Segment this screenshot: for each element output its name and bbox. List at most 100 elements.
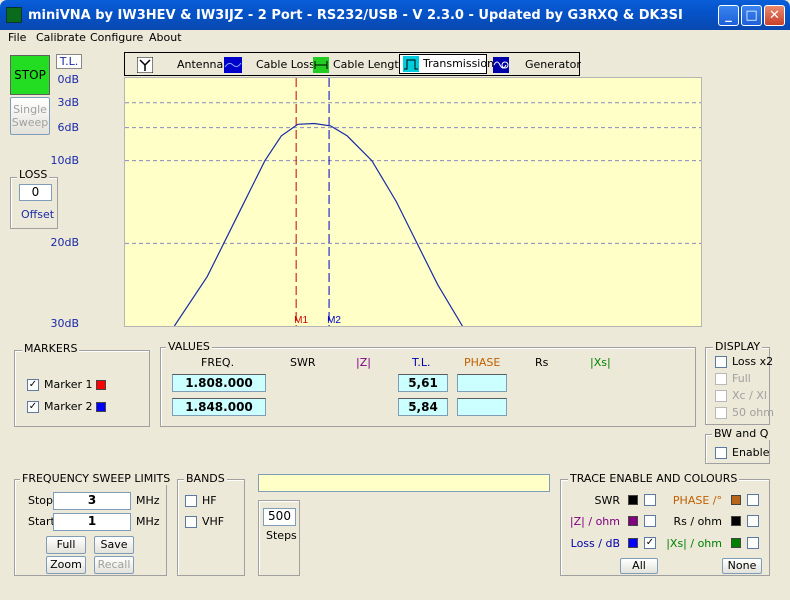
offset-label: Offset (21, 208, 55, 221)
plot-area[interactable]: M1 M2 (124, 77, 702, 327)
trace-xs-color-swatch[interactable] (731, 538, 741, 548)
display-title: DISPLAY (713, 340, 763, 353)
50-ohm-label: 50 ohm (732, 406, 774, 419)
rs-header: Rs (535, 356, 549, 369)
tab-cable-length[interactable]: Cable Length (313, 55, 406, 75)
y-tick-label: 3dB (57, 96, 79, 109)
app-icon (6, 7, 22, 23)
bwq-title: BW and Q (712, 427, 771, 440)
loss-input[interactable]: 0 (19, 184, 52, 201)
marker1-freq-value: 1.808.000 (172, 374, 266, 392)
start-unit: MHz (136, 515, 160, 528)
cable-length-icon (313, 57, 329, 73)
mode-tabs: Antenna Cable Loss Cable Length Transmis… (124, 52, 581, 76)
full-checkbox[interactable] (715, 373, 727, 385)
title-bar[interactable]: miniVNA by IW3HEV & IW3IJZ - 2 Port - RS… (0, 0, 790, 30)
marker2-freq-value: 1.848.000 (172, 398, 266, 416)
xs-header: |Xs| (590, 356, 611, 369)
menu-calibrate[interactable]: Calibrate (36, 31, 86, 44)
y-tick-label: 10dB (50, 154, 79, 167)
tab-cable-loss[interactable]: Cable Loss (224, 55, 315, 75)
trace-rs-color-swatch[interactable] (731, 516, 741, 526)
y-tick-label: 0dB (57, 73, 79, 86)
bwq-enable-label: Enable (732, 446, 770, 459)
hf-checkbox[interactable] (185, 495, 197, 507)
trace-loss-checkbox[interactable]: ✓ (644, 537, 656, 549)
tab-label: Generator (525, 58, 581, 71)
trace-swr-checkbox[interactable] (644, 494, 656, 506)
trace-xs-checkbox[interactable] (747, 537, 759, 549)
tab-label: Transmission (423, 57, 495, 70)
marker1-tl-value: 5,61 (398, 374, 448, 392)
tab-label: Cable Length (333, 58, 406, 71)
marker1-phase-value (457, 374, 507, 392)
loss-title: LOSS (17, 168, 50, 181)
bwq-enable-checkbox[interactable] (715, 447, 727, 459)
start-freq-input[interactable]: 1 (53, 513, 131, 531)
steps-input[interactable]: 500 (263, 508, 296, 526)
y-tick-label: 20dB (50, 236, 79, 249)
stop-label: Stop (28, 494, 54, 507)
trace-swr-color-swatch[interactable] (628, 495, 638, 505)
generator-icon (493, 57, 509, 73)
marker2-label: Marker 2 (44, 400, 93, 413)
trace-swr-label: SWR (594, 494, 620, 507)
loss-x2-checkbox[interactable] (715, 356, 727, 368)
menu-about[interactable]: About (149, 31, 182, 44)
trace-z-checkbox[interactable] (644, 515, 656, 527)
trace-rs-label: Rs / ohm (673, 515, 723, 528)
recall-button[interactable]: Recall (94, 556, 134, 574)
50-ohm-checkbox[interactable] (715, 407, 727, 419)
transmission-chart: M1 M2 (125, 78, 701, 327)
z-header: |Z| (356, 356, 371, 369)
freq-header: FREQ. (201, 356, 235, 369)
tab-transmission[interactable]: Transmission (399, 54, 494, 74)
marker2-phase-value (457, 398, 507, 416)
trace-z-label: |Z| / ohm (569, 515, 620, 528)
hf-label: HF (202, 494, 217, 507)
status-field (258, 474, 550, 492)
marker1-color-swatch[interactable] (96, 380, 106, 390)
stop-unit: MHz (136, 494, 160, 507)
trace-phase-checkbox[interactable] (747, 494, 759, 506)
phase-header: PHASE (464, 356, 501, 369)
transmission-trace (173, 122, 463, 327)
cable-loss-icon (224, 57, 242, 73)
antenna-icon (137, 57, 153, 73)
trace-loss-color-swatch[interactable] (628, 538, 638, 548)
bands-title: BANDS (184, 472, 227, 485)
menu-configure[interactable]: Configure (90, 31, 143, 44)
full-label: Full (732, 372, 751, 385)
marker1-label: Marker 1 (44, 378, 93, 391)
menu-bar: File Calibrate Configure About (0, 30, 790, 48)
save-button[interactable]: Save (94, 536, 134, 554)
trace-rs-checkbox[interactable] (747, 515, 759, 527)
tab-antenna[interactable]: Antenna (131, 55, 224, 75)
marker1-checkbox[interactable]: ✓ (27, 379, 39, 391)
full-button[interactable]: Full (46, 536, 86, 554)
trace-phase-color-swatch[interactable] (731, 495, 741, 505)
tab-generator[interactable]: Generator (493, 55, 581, 75)
tab-label: Cable Loss (256, 58, 315, 71)
zoom-button[interactable]: Zoom (46, 556, 86, 574)
xc-xl-checkbox[interactable] (715, 390, 727, 402)
values-title: VALUES (166, 340, 212, 353)
trace-all-button[interactable]: All (620, 558, 658, 574)
trace-z-color-swatch[interactable] (628, 516, 638, 526)
trace-phase-label: PHASE /° (672, 494, 722, 507)
markers-title: MARKERS (22, 342, 80, 355)
marker-label: M2 (327, 315, 341, 326)
trace-none-button[interactable]: None (722, 558, 762, 574)
vhf-checkbox[interactable] (185, 516, 197, 528)
marker2-checkbox[interactable]: ✓ (27, 401, 39, 413)
maximize-button[interactable]: □ (741, 5, 762, 26)
marker2-tl-value: 5,84 (398, 398, 448, 416)
minimize-button[interactable]: _ (718, 5, 739, 26)
y-tick-label: 6dB (57, 121, 79, 134)
stop-freq-input[interactable]: 3 (53, 492, 131, 510)
tab-label: Antenna (177, 58, 224, 71)
close-button[interactable]: ✕ (764, 5, 785, 26)
marker2-color-swatch[interactable] (96, 402, 106, 412)
marker-label: M1 (294, 315, 308, 326)
menu-file[interactable]: File (8, 31, 26, 44)
